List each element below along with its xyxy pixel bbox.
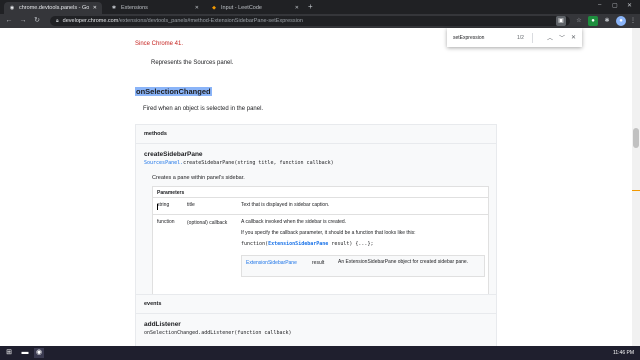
code-prefix: function(: [241, 241, 269, 247]
leetcode-icon: ◆: [212, 5, 216, 11]
method-signature-rest: createSidebarPane(string title, function…: [183, 160, 334, 166]
scrollbar-thumb[interactable]: [633, 128, 639, 148]
close-icon[interactable]: ✕: [195, 5, 199, 11]
param-desc: Text that is displayed in sidebar captio…: [241, 202, 330, 208]
vertical-scrollbar[interactable]: [632, 28, 640, 346]
extension-green-icon[interactable]: ●: [588, 16, 598, 26]
windows-start-icon[interactable]: ⊞: [4, 348, 14, 358]
close-icon[interactable]: ✕: [571, 34, 576, 41]
back-icon[interactable]: ←: [4, 16, 14, 26]
param-desc: A callback invoked when the sidebar is c…: [241, 219, 486, 252]
maximize-icon[interactable]: ▢: [612, 2, 618, 9]
type-link[interactable]: ExtensionSidebarPane: [246, 260, 297, 266]
sub-param-name: result: [312, 260, 325, 266]
chevron-down-icon[interactable]: ﹀: [559, 33, 565, 42]
tab-strip: ◉ chrome.devtools.panels - Google ✕ ✱ Ex…: [0, 0, 640, 14]
forward-icon[interactable]: →: [18, 16, 28, 26]
extensions-puzzle-icon[interactable]: ✱: [602, 16, 612, 26]
tab-title: Extensions: [121, 5, 148, 11]
taskbar-clock: 11:46 PM: [612, 350, 634, 356]
callback-note: If you specify the callback parameter, i…: [241, 230, 416, 236]
sub-param-desc: An ExtensionSidebarPane object for creat…: [338, 259, 469, 265]
methods-section: methods createSidebarPane SourcesPanel.c…: [135, 124, 497, 318]
find-match-count: 1/2: [516, 34, 524, 41]
menu-icon[interactable]: ⋮: [629, 16, 637, 26]
param-name: title: [187, 202, 195, 208]
chevron-up-icon[interactable]: ︿: [547, 33, 553, 42]
code-type: ExtensionSidebarPane: [268, 241, 329, 247]
close-icon[interactable]: ✕: [93, 5, 97, 11]
table-row: string title Text that is displayed in s…: [153, 198, 488, 215]
event-method-signature: onSelectionChanged.addListener(function …: [144, 330, 292, 336]
method-name: createSidebarPane: [144, 151, 203, 158]
param-name: (optional) callback: [187, 220, 228, 226]
os-taskbar: ⊞ ▬ ◉ 11:46 PM: [0, 346, 640, 360]
chrome-icon: ◉: [9, 5, 15, 11]
events-section: events addListener onSelectionChanged.ad…: [135, 294, 497, 346]
find-bar: setExpression 1/2 ︿ ﹀ ✕: [447, 28, 582, 47]
address-bar[interactable]: 🔒︎ developer.chrome.com/extensions/devto…: [50, 16, 570, 26]
tab-title: chrome.devtools.panels - Google: [19, 5, 89, 11]
since-version: Since Chrome 41.: [135, 41, 184, 47]
tab-leetcode[interactable]: ◆ Input - LeetCode ✕: [206, 2, 304, 14]
close-icon[interactable]: ✕: [295, 5, 299, 11]
url-path: /extensions/devtools_panels#method-Exten…: [118, 18, 303, 24]
event-method-name: addListener: [144, 321, 181, 328]
events-heading: events: [136, 295, 496, 314]
url-text: developer.chrome.com/extensions/devtools…: [63, 18, 303, 24]
page-content: Since Chrome 41. Represents the Sources …: [0, 28, 632, 346]
callback-summary: A callback invoked when the sidebar is c…: [241, 219, 347, 225]
divider: [531, 32, 533, 43]
param-type: function: [157, 219, 175, 225]
parameters-heading: Parameters: [153, 187, 488, 198]
minimize-icon[interactable]: –: [598, 2, 601, 8]
find-match-marker: [632, 190, 640, 191]
method-signature: SourcesPanel.createSidebarPane(string ti…: [144, 160, 334, 166]
tab-devtools-panels[interactable]: ◉ chrome.devtools.panels - Google ✕: [4, 2, 102, 14]
find-input[interactable]: setExpression: [453, 35, 517, 41]
text-cursor: [157, 204, 160, 210]
callback-code: function(ExtensionSidebarPane result) {.…: [241, 241, 486, 247]
chrome-taskbar-icon[interactable]: ◉: [34, 348, 44, 358]
method-description: Creates a pane within panel's sidebar.: [152, 175, 245, 181]
profile-avatar[interactable]: ●: [616, 16, 626, 26]
property-description: Represents the Sources panel.: [151, 60, 234, 66]
code-suffix: result) {...};: [328, 241, 374, 247]
close-window-icon[interactable]: ✕: [627, 2, 632, 9]
extension-icon[interactable]: ▣: [556, 16, 566, 26]
tab-extensions[interactable]: ✱ Extensions ✕: [106, 2, 204, 14]
event-description: Fired when an object is selected in the …: [143, 106, 264, 112]
puzzle-icon: ✱: [111, 5, 117, 11]
star-icon[interactable]: ☆: [574, 16, 584, 26]
new-tab-button[interactable]: +: [308, 2, 313, 11]
file-explorer-icon[interactable]: ▬: [20, 348, 30, 358]
method-signature-class: SourcesPanel.: [144, 160, 184, 166]
event-heading: onSelectionChanged: [135, 87, 212, 96]
browser-toolbar: ← → ↻ 🔒︎ developer.chrome.com/extensions…: [0, 14, 640, 28]
callback-params-table: ExtensionSidebarPane result An Extension…: [241, 255, 485, 277]
reload-icon[interactable]: ↻: [32, 16, 42, 26]
methods-heading: methods: [136, 125, 496, 144]
tab-title: Input - LeetCode: [221, 5, 262, 11]
lock-icon: 🔒︎: [56, 18, 59, 24]
url-host: developer.chrome.com: [62, 18, 119, 24]
